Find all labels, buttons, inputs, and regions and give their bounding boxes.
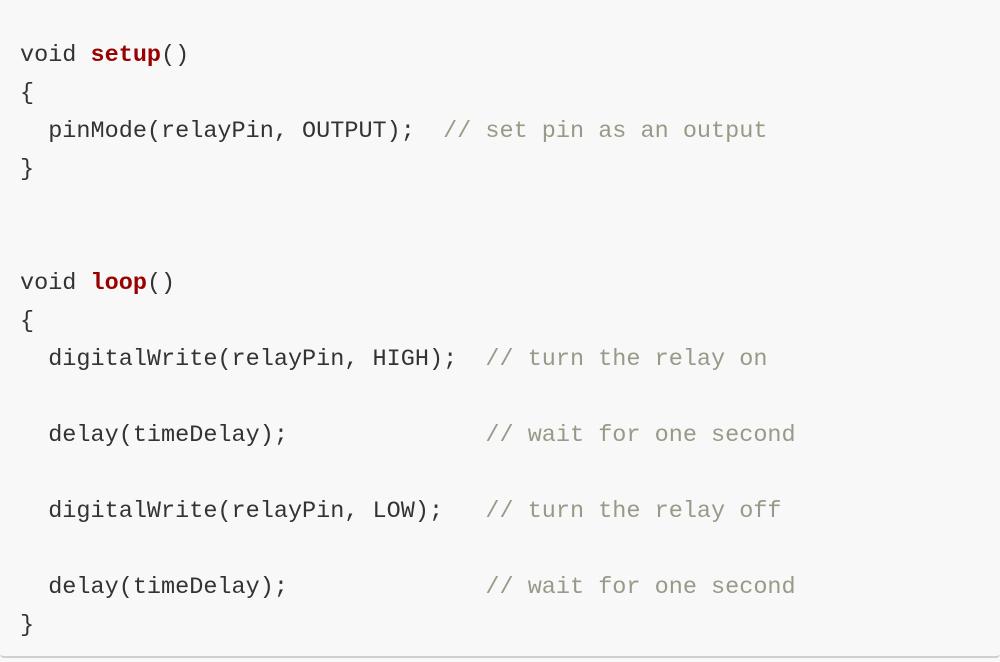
code-text: void: [20, 42, 91, 69]
code-block: void setup(){ pinMode(relayPin, OUTPUT);…: [0, 0, 1000, 658]
code-line: void setup(): [20, 41, 189, 71]
code-line: delay(timeDelay); // wait for one second: [20, 421, 796, 451]
code-line: {: [20, 79, 34, 109]
code-text: }: [20, 156, 35, 183]
code-line: digitalWrite(relayPin, HIGH); // turn th…: [20, 345, 767, 375]
code-text: }: [20, 612, 35, 639]
code-comment: // set pin as an output: [443, 118, 768, 145]
code-line: {: [20, 307, 34, 337]
code-text: (): [161, 42, 190, 69]
code-line: void loop(): [20, 269, 175, 299]
code-text: (): [146, 270, 176, 297]
code-line: }: [20, 611, 34, 641]
code-text: delay(timeDelay);: [20, 574, 486, 601]
code-text: {: [20, 80, 35, 107]
code-comment: // turn the relay off: [485, 498, 782, 525]
code-text: digitalWrite(relayPin, HIGH);: [20, 346, 486, 373]
code-text: digitalWrite(relayPin, LOW);: [20, 498, 486, 525]
code-text: delay(timeDelay);: [20, 422, 486, 449]
code-line: pinMode(relayPin, OUTPUT); // set pin as…: [20, 117, 767, 147]
code-line: delay(timeDelay); // wait for one second: [20, 573, 796, 603]
code-comment: // turn the relay on: [485, 346, 768, 373]
code-text: void: [20, 270, 91, 297]
function-name: loop: [90, 270, 147, 297]
code-text: {: [20, 308, 35, 335]
code-comment: // wait for one second: [485, 574, 796, 601]
code-comment: // wait for one second: [485, 422, 796, 449]
function-name: setup: [90, 42, 162, 69]
code-line: }: [20, 155, 34, 185]
code-line: digitalWrite(relayPin, LOW); // turn the…: [20, 497, 782, 527]
code-text: pinMode(relayPin, OUTPUT);: [20, 118, 444, 145]
